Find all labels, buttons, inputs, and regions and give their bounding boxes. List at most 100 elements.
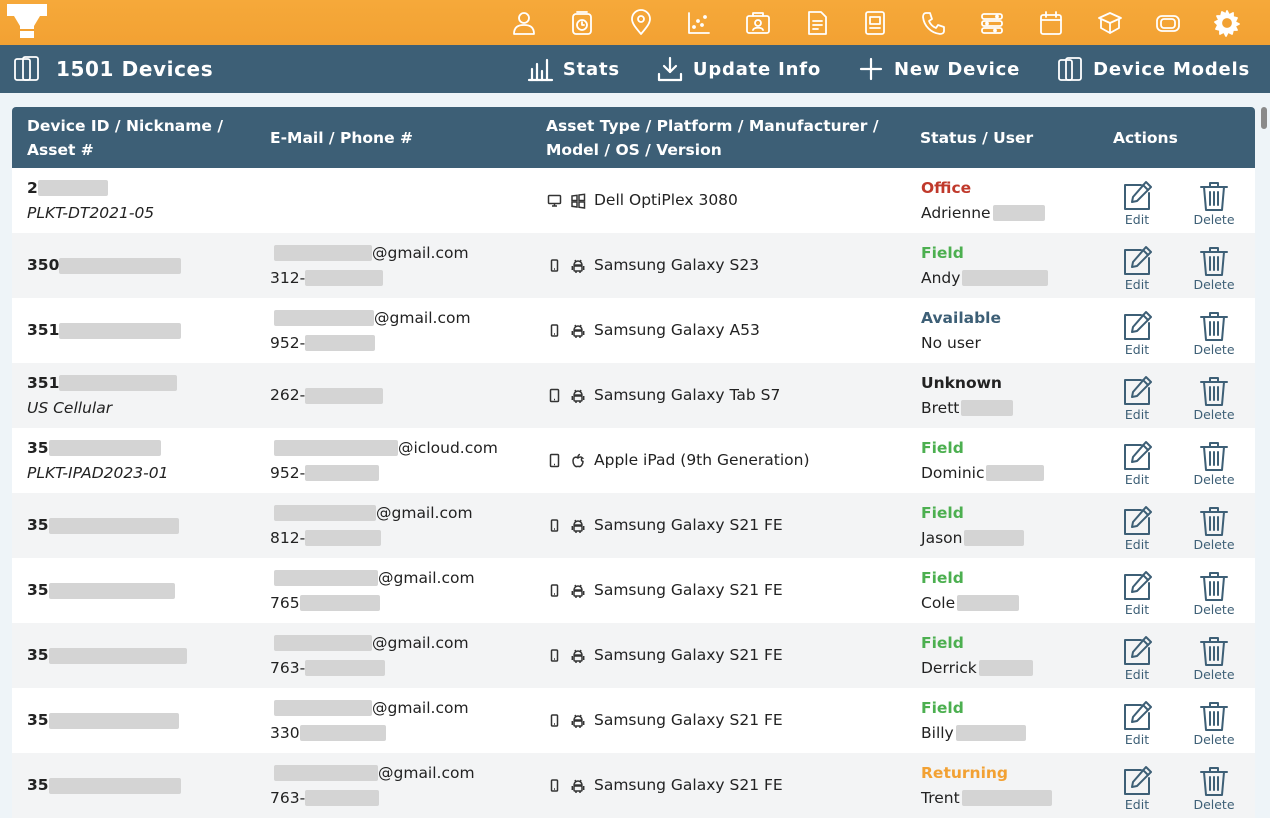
table-row[interactable]: 2 PLKT-DT2021-05 Dell OptiPlex 3080 Office A…: [12, 168, 1255, 233]
delete-button[interactable]: Delete: [1184, 309, 1244, 357]
nav-settings-sliders-button[interactable]: [963, 0, 1022, 45]
edit-button[interactable]: Edit: [1107, 309, 1167, 357]
device-id: 35: [27, 516, 49, 534]
edit-button[interactable]: Edit: [1107, 764, 1167, 812]
table-row[interactable]: 35 @gmail.com 812- Samsung Galaxy S21 FE Fie…: [12, 493, 1255, 558]
asset-cell: Samsung Galaxy S21 FE: [547, 623, 917, 688]
column-header-email[interactable]: E-Mail / Phone #: [270, 107, 530, 168]
stats-button[interactable]: Stats: [526, 55, 620, 83]
redacted-block: [978, 660, 1033, 676]
column-header-text: Actions: [1113, 128, 1178, 147]
nav-scatter-grid-button[interactable]: [670, 0, 729, 45]
row-actions: Edit Delete: [1112, 298, 1252, 363]
edit-icon: [1124, 311, 1152, 340]
smartphone-icon: [550, 584, 559, 597]
delete-button[interactable]: Delete: [1184, 179, 1244, 227]
delete-button[interactable]: Delete: [1184, 764, 1244, 812]
nav-drawer-button[interactable]: [846, 0, 905, 45]
status-badge: Office: [921, 178, 972, 197]
devices-icon: [14, 56, 39, 81]
smartphone-icon: [550, 649, 559, 662]
assigned-user: Cole: [921, 593, 956, 612]
status-cell: Field Andy: [921, 233, 1101, 298]
status-badge: Unknown: [921, 373, 1002, 392]
nav-cube-stack-button[interactable]: [1080, 0, 1139, 45]
table-row[interactable]: 35 @gmail.com 330 Samsung Galaxy S21 FE Fiel…: [12, 688, 1255, 753]
edit-label: Edit: [1124, 407, 1150, 422]
device-models-button[interactable]: Device Models: [1056, 55, 1250, 83]
device-model: Samsung Galaxy S21 FE: [594, 646, 783, 664]
delete-button[interactable]: Delete: [1184, 699, 1244, 747]
trash-icon: [1200, 702, 1228, 731]
delete-button[interactable]: Delete: [1184, 504, 1244, 552]
nav-phone-button[interactable]: [904, 0, 963, 45]
column-header-status[interactable]: Status / User: [920, 107, 1100, 168]
device-nickname: US Cellular: [27, 398, 113, 417]
column-header-device-id[interactable]: Device ID / Nickname / Asset #: [27, 107, 257, 168]
delete-button[interactable]: Delete: [1184, 244, 1244, 292]
delete-button[interactable]: Delete: [1184, 634, 1244, 682]
android-icon: [571, 324, 585, 338]
nav-gear-button[interactable]: [1197, 0, 1256, 45]
brand-logo[interactable]: [5, 0, 49, 40]
nav-calendar-button[interactable]: [1022, 0, 1081, 45]
edit-button[interactable]: Edit: [1107, 634, 1167, 682]
device-id: 35: [27, 646, 49, 664]
nav-sim-card-button[interactable]: [1139, 0, 1198, 45]
table-row[interactable]: 350 @gmail.com 312- Samsung Galaxy S23 Field…: [12, 233, 1255, 298]
nav-clock-badge-button[interactable]: [553, 0, 612, 45]
nav-user-button[interactable]: [494, 0, 553, 45]
table-row[interactable]: 35 @gmail.com 763- Samsung Galaxy S21 FE Fie…: [12, 623, 1255, 688]
edit-button[interactable]: Edit: [1107, 569, 1167, 617]
asset-cell: Samsung Galaxy S21 FE: [547, 493, 917, 558]
edit-label: Edit: [1124, 732, 1150, 747]
email-domain: @gmail.com: [372, 698, 469, 717]
trash-icon: [1200, 637, 1228, 666]
status-badge: Available: [921, 308, 1002, 327]
delete-button[interactable]: Delete: [1184, 569, 1244, 617]
edit-button[interactable]: Edit: [1107, 699, 1167, 747]
redacted-block: [59, 257, 182, 274]
edit-icon: [1124, 701, 1152, 730]
device-model: Samsung Galaxy S23: [594, 256, 760, 274]
table-row[interactable]: 351 @gmail.com 952- Samsung Galaxy A53 Avail…: [12, 298, 1255, 363]
redacted-block: [48, 517, 179, 534]
edit-button[interactable]: Edit: [1107, 504, 1167, 552]
redacted-block: [274, 635, 372, 651]
status-cell: Field Dominic: [921, 428, 1101, 493]
delete-label: Delete: [1193, 732, 1235, 747]
edit-button[interactable]: Edit: [1107, 244, 1167, 292]
edit-button[interactable]: Edit: [1107, 374, 1167, 422]
status-badge: Field: [921, 698, 964, 717]
table-row[interactable]: 35 @gmail.com 765 Samsung Galaxy S21 FE Fiel…: [12, 558, 1255, 623]
column-header-text: Asset Type / Platform / Manufacturer /: [546, 116, 879, 135]
edit-button[interactable]: Edit: [1107, 439, 1167, 487]
trash-icon: [1200, 507, 1228, 536]
nav-location-button[interactable]: [611, 0, 670, 45]
edit-button[interactable]: Edit: [1107, 179, 1167, 227]
android-icon: [571, 519, 585, 533]
edit-label: Edit: [1124, 667, 1150, 682]
page-title-text: 1501 Devices: [56, 57, 214, 81]
contact-cell: @icloud.com 952-: [270, 428, 540, 493]
email-domain: @gmail.com: [378, 763, 475, 782]
column-header-asset-type[interactable]: Asset Type / Platform / Manufacturer / Mo…: [546, 107, 906, 168]
header-actions: Stats Update Info New Device Device Mode…: [490, 45, 1250, 93]
table-row[interactable]: 35 PLKT-IPAD2023-01 @icloud.com 952- Apple i…: [12, 428, 1255, 493]
nav-document-button[interactable]: [787, 0, 846, 45]
delete-button[interactable]: Delete: [1184, 439, 1244, 487]
redacted-block: [274, 700, 372, 716]
delete-button[interactable]: Delete: [1184, 374, 1244, 422]
redacted-block: [305, 387, 384, 404]
assigned-user: Adrienne: [921, 203, 991, 222]
nav-contact-card-button[interactable]: [729, 0, 788, 45]
phone-icon: [921, 11, 945, 35]
edit-icon: [1124, 766, 1152, 795]
location-icon: [630, 8, 651, 35]
table-row[interactable]: 351 US Cellular 262- Samsung Galaxy Tab S7 U…: [12, 363, 1255, 428]
update-info-button[interactable]: Update Info: [656, 55, 821, 83]
table-row[interactable]: 35 @gmail.com 763- Samsung Galaxy S21 FE Ret…: [12, 753, 1255, 818]
scrollbar-thumb[interactable]: [1261, 107, 1267, 129]
new-device-button[interactable]: New Device: [857, 55, 1020, 83]
asset-cell: Samsung Galaxy Tab S7: [547, 363, 917, 428]
